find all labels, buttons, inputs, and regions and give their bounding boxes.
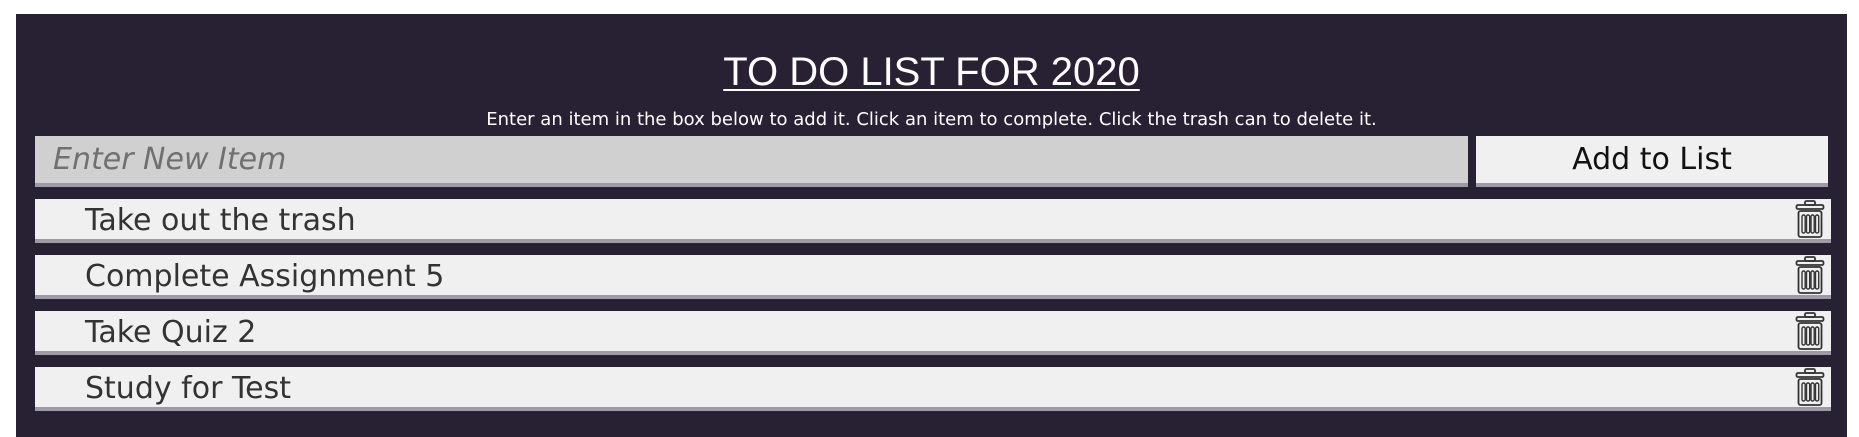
trash-icon[interactable] [1791,311,1829,351]
trash-icon-graphic [1795,368,1825,406]
todo-item[interactable]: Study for Test [35,367,1831,411]
trash-icon-graphic [1795,256,1825,294]
todo-item-label: Study for Test [85,371,292,406]
instructions-text: Enter an item in the box below to add it… [486,109,1377,130]
todo-item[interactable]: Take Quiz 2 [35,311,1831,355]
trash-icon[interactable] [1791,367,1829,407]
add-to-list-button[interactable]: Add to List [1476,136,1828,187]
trash-icon-graphic [1795,200,1825,238]
todo-item[interactable]: Take out the trash [35,199,1831,243]
trash-icon[interactable] [1791,255,1829,295]
todo-item-label: Take Quiz 2 [85,315,257,350]
page-title: TO DO LIST FOR 2020 [723,50,1140,94]
new-item-input[interactable] [35,136,1468,187]
todo-list: Take out the trash Complete Assignment 5 [35,199,1831,423]
todo-item-label: Complete Assignment 5 [85,259,445,294]
trash-icon[interactable] [1791,199,1829,239]
todo-panel: TO DO LIST FOR 2020 Enter an item in the… [16,14,1847,437]
todo-item[interactable]: Complete Assignment 5 [35,255,1831,299]
add-item-row: Add to List [35,136,1828,189]
trash-icon-graphic [1795,312,1825,350]
todo-item-label: Take out the trash [85,203,356,238]
